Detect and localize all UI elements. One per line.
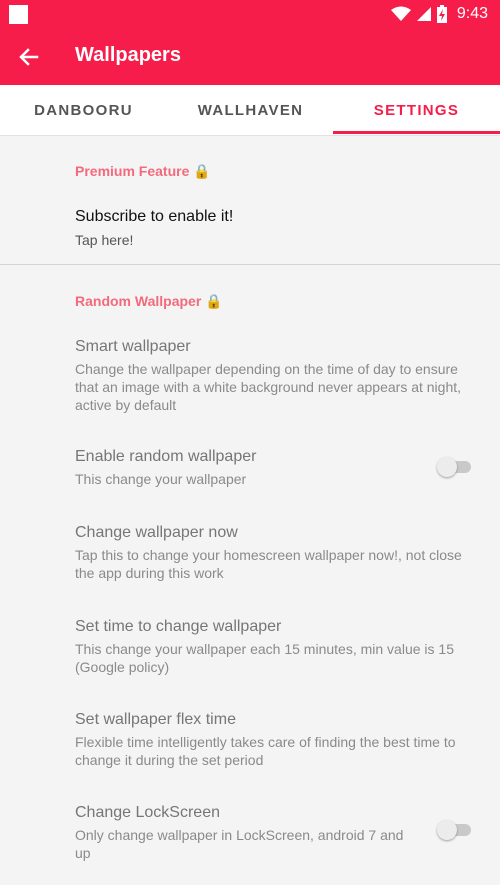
- switch-thumb: [437, 820, 457, 840]
- enable-random-wallpaper-switch[interactable]: [437, 456, 473, 478]
- premium-section-header: Premium Feature 🔒: [75, 163, 211, 179]
- change-lockscreen-switch[interactable]: [437, 819, 473, 841]
- status-icons: 9:43: [390, 4, 488, 24]
- notification-square-icon: [9, 5, 28, 24]
- section-divider: [0, 264, 500, 265]
- tab-danbooru[interactable]: DANBOORU: [0, 85, 167, 135]
- random-wallpaper-section-header: Random Wallpaper 🔒: [75, 293, 223, 309]
- enable-random-wallpaper-summary: This change your wallpaper: [75, 471, 247, 487]
- back-button[interactable]: [14, 42, 44, 72]
- change-wallpaper-now-summary: Tap this to change your homescreen wallp…: [75, 547, 462, 581]
- subscribe-title: Subscribe to enable it!: [75, 208, 234, 225]
- set-time-title: Set time to change wallpaper: [75, 618, 282, 635]
- signal-icon: [416, 7, 431, 21]
- set-time-summary: This change your wallpaper each 15 minut…: [75, 641, 454, 675]
- switch-thumb: [437, 457, 457, 477]
- wifi-icon: [390, 6, 411, 21]
- arrow-left-icon: [19, 48, 39, 66]
- flex-time-summary: Flexible time intelligently takes care o…: [75, 734, 456, 768]
- change-wallpaper-now-title: Change wallpaper now: [75, 524, 238, 541]
- subscribe-summary: Tap here!: [75, 232, 134, 248]
- smart-wallpaper-summary: Change the wallpaper depending on the ti…: [75, 361, 462, 413]
- smart-wallpaper-title: Smart wallpaper: [75, 338, 191, 355]
- change-lockscreen-summary: Only change wallpaper in LockScreen, and…: [75, 827, 404, 861]
- status-time: 9:43: [456, 5, 488, 22]
- status-bar: 9:43: [0, 0, 500, 28]
- change-lockscreen-title: Change LockScreen: [75, 804, 220, 821]
- enable-random-wallpaper-title: Enable random wallpaper: [75, 448, 257, 465]
- tab-bar: DANBOORU WALLHAVEN SETTINGS: [0, 85, 500, 136]
- tab-wallhaven[interactable]: WALLHAVEN: [167, 85, 334, 135]
- flex-time-title: Set wallpaper flex time: [75, 711, 236, 728]
- page-title: Wallpapers: [75, 44, 181, 66]
- tab-settings[interactable]: SETTINGS: [333, 85, 500, 135]
- battery-icon: [436, 5, 447, 23]
- tab-indicator: [333, 131, 500, 134]
- bottom-edge: [0, 885, 500, 889]
- app-bar: Wallpapers: [0, 28, 500, 85]
